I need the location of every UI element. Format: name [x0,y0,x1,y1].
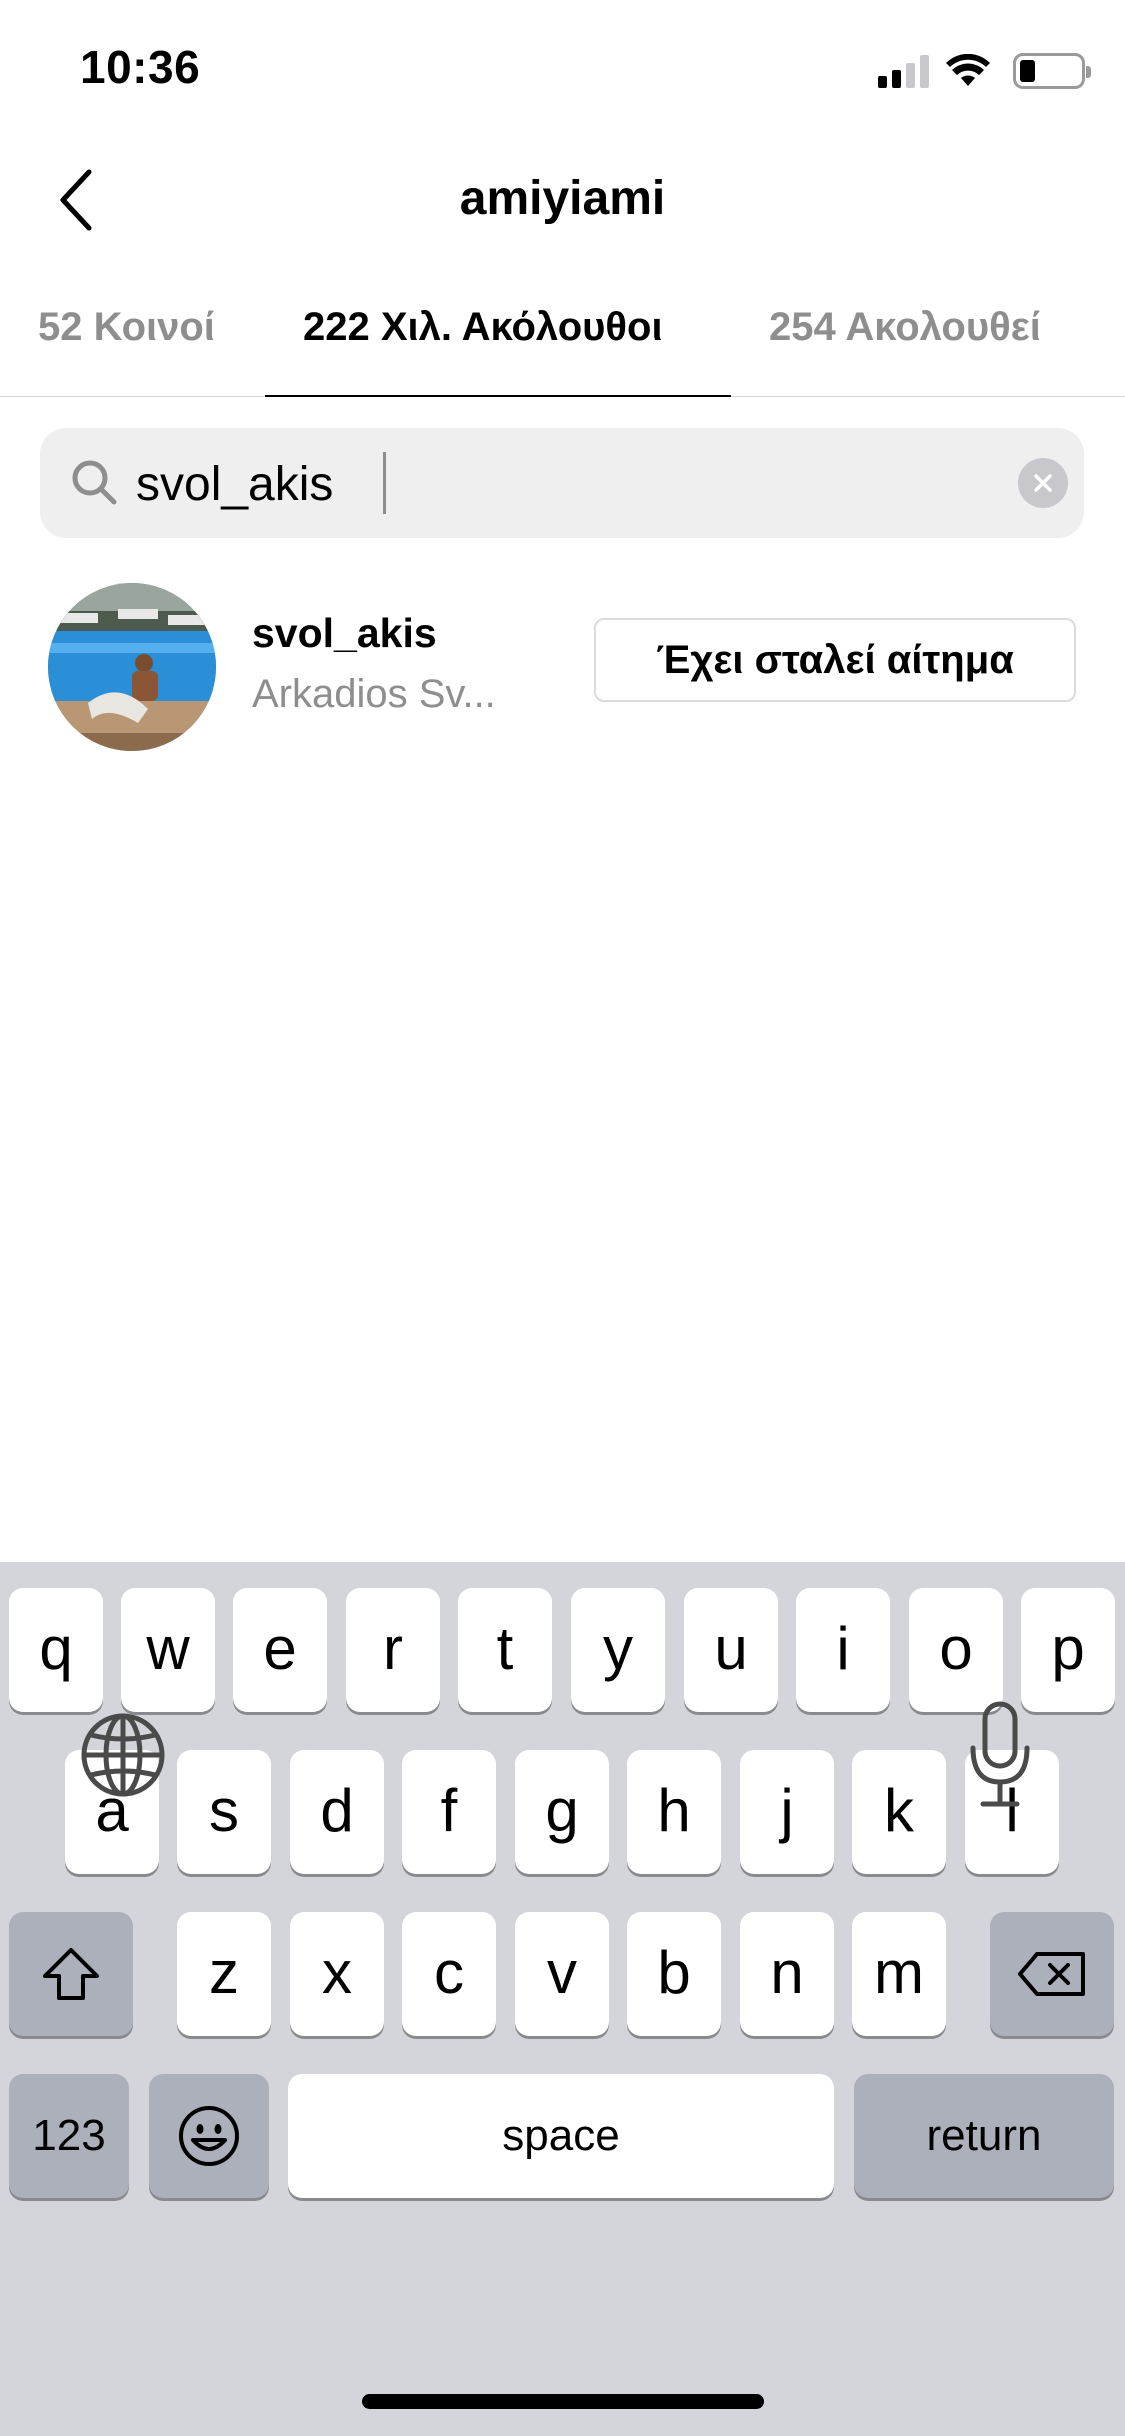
key-label: s [209,1776,239,1844]
emoji-icon [179,2106,239,2166]
key-label: n [770,1938,804,2006]
key-i[interactable]: i [796,1588,890,1712]
key-c[interactable]: c [402,1912,496,2036]
key-k[interactable]: k [852,1750,946,1874]
avatar-photo [48,583,216,751]
key-e[interactable]: e [233,1588,327,1712]
key-label: x [322,1938,352,2006]
delete-icon [1018,1952,1085,1996]
result-full-name: Arkadios Sv... [252,672,496,716]
key-p[interactable]: p [1021,1588,1115,1712]
status-bar: 10:36 [0,0,1125,135]
search-result-row[interactable]: svol_akis Arkadios Sv... Έχει σταλεί αίτ… [0,580,1125,751]
key-d[interactable]: d [290,1750,384,1874]
page-title: amiyiami [459,172,666,225]
battery-icon [1013,53,1091,89]
emoji-key[interactable] [149,2074,269,2198]
cellular-signal-icon [878,54,929,88]
key-label: j [780,1776,794,1844]
key-label: w [146,1614,190,1682]
key-f[interactable]: f [402,1750,496,1874]
key-label: v [547,1938,577,2006]
key-z[interactable]: z [177,1912,271,2036]
shift-key[interactable] [9,1912,133,2036]
key-x[interactable]: x [290,1912,384,2036]
text-cursor [383,452,386,514]
return-key[interactable]: return [854,2074,1114,2198]
key-label: u [714,1614,748,1682]
globe-icon[interactable] [78,1710,168,1800]
key-y[interactable]: y [571,1588,665,1712]
search-bar [40,428,1084,538]
key-label: k [884,1776,914,1844]
header: amiyiami [0,135,1125,265]
search-input[interactable] [136,454,996,514]
key-b[interactable]: b [627,1912,721,2036]
key-w[interactable]: w [121,1588,215,1712]
key-n[interactable]: n [740,1912,834,2036]
key-label: g [545,1776,579,1844]
clear-icon [1034,474,1052,492]
key-label: t [496,1614,514,1682]
status-time: 10:36 [80,41,201,93]
shift-icon [43,1948,99,2000]
key-label: h [657,1776,691,1844]
key-t[interactable]: t [458,1588,552,1712]
key-m[interactable]: m [852,1912,946,2036]
keyboard: q w e r t y u i o p a s d f g h j k l z … [0,1562,1125,2436]
key-label: z [209,1938,239,2006]
numbers-key[interactable]: 123 [9,2074,129,2198]
key-label: q [39,1614,73,1682]
key-o[interactable]: o [909,1588,1003,1712]
key-h[interactable]: h [627,1750,721,1874]
tab-followers[interactable]: 222 Χιλ. Ακόλουθοι [303,305,663,350]
active-tab-indicator [265,395,731,397]
result-username[interactable]: svol_akis [252,610,437,657]
key-v[interactable]: v [515,1912,609,2036]
key-label: r [383,1614,403,1682]
key-label: b [657,1938,691,2006]
tab-following[interactable]: 254 Ακολουθεί [769,305,1041,350]
key-q[interactable]: q [9,1588,103,1712]
key-label: i [836,1614,850,1682]
key-label: c [434,1938,464,2006]
search-icon [72,460,117,505]
key-label: d [320,1776,354,1844]
key-s[interactable]: s [177,1750,271,1874]
key-g[interactable]: g [515,1750,609,1874]
status-icons [878,48,1091,94]
key-j[interactable]: j [740,1750,834,1874]
delete-key[interactable] [990,1912,1114,2036]
key-label: f [440,1776,458,1844]
key-label: p [1051,1614,1085,1682]
key-label: o [939,1614,973,1682]
request-sent-button[interactable]: Έχει σταλεί αίτημα [594,618,1076,702]
avatar[interactable] [48,583,216,751]
key-label: y [603,1614,633,1682]
tab-mutual[interactable]: 52 Κοινοί [38,305,215,350]
space-key[interactable]: space [288,2074,834,2198]
clear-search-button[interactable] [1018,458,1068,508]
key-label: m [874,1938,924,2006]
key-label: e [263,1614,297,1682]
tab-bar: 52 Κοινοί 222 Χιλ. Ακόλουθοι 254 Ακολουθ… [0,285,1125,397]
microphone-icon[interactable] [965,1700,1035,1810]
wifi-icon [946,54,990,86]
key-r[interactable]: r [346,1588,440,1712]
battery-level [1020,60,1035,82]
home-indicator [362,2394,764,2409]
key-u[interactable]: u [684,1588,778,1712]
